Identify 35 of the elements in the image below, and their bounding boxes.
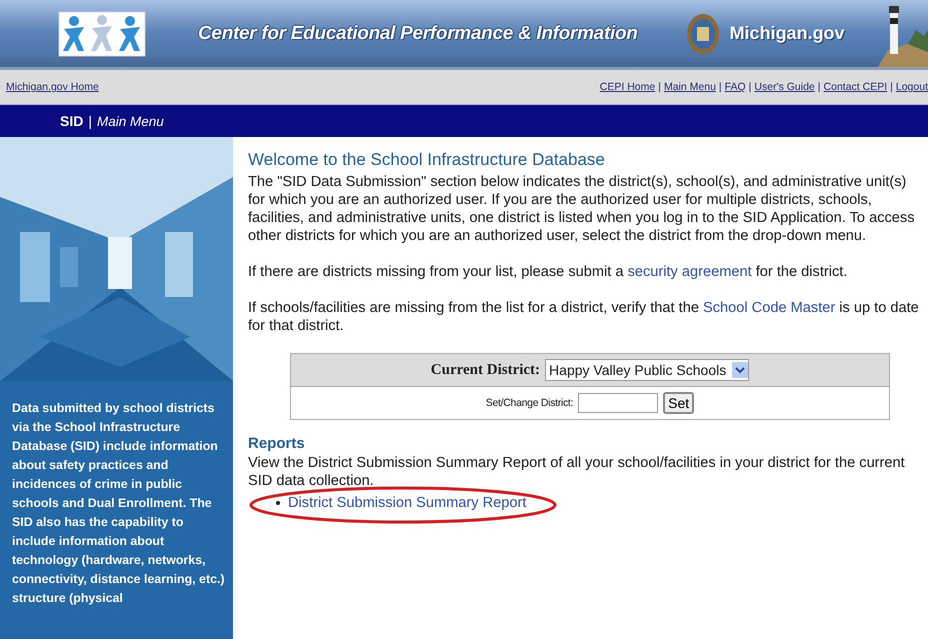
sidebar-description: Data submitted by school districts via the School Infrastructure Database (SID) include information about safety practices and incidences of crime in public schools and Dual Enrollment. The SID also has the capability to include information about technology (hardware, networks, connectivity, distance learning, etc.) structure (physical bbox=[11, 400, 226, 607]
nav-link[interactable]: CEPI Home bbox=[600, 81, 656, 93]
district-code-field[interactable] bbox=[578, 393, 658, 413]
link-separator: | bbox=[890, 81, 893, 93]
nav-link[interactable]: Main Menu bbox=[664, 81, 716, 93]
info-paragraph: If there are districts missing from your list, please submit a security agreement for the district. bbox=[248, 263, 848, 281]
link-separator: | bbox=[658, 81, 661, 93]
district-dropdown[interactable]: Happy Valley Public Schools bbox=[545, 359, 750, 381]
report-link[interactable]: District Submission Summary Report bbox=[288, 495, 526, 511]
current-district-label: Current District: bbox=[430, 361, 540, 379]
reports-description: View the District Submission Summary Report of all your school/facilities in your district for the current SID data collection. bbox=[248, 454, 906, 490]
change-district-label: Set/Change District: bbox=[486, 396, 574, 411]
nav-link[interactable]: Contact CEPI bbox=[824, 81, 888, 93]
link-separator: | bbox=[718, 81, 722, 93]
bullet-icon bbox=[276, 501, 280, 505]
nav-link[interactable]: User's Guide bbox=[754, 81, 815, 93]
info-paragraph: The "SID Data Submission" section below indicates the district(s), school(s), and administrative unit(s) for which you are an authorized user. If you are the authorized user for multiple districts, schools, facilities, and administrative units, one district is listed when you log in to the SID Application. To access other districts for which you are an authorized user, select the district from the drop-down menu. bbox=[248, 173, 916, 245]
children-logo-icon bbox=[58, 10, 146, 56]
set-button[interactable]: Set bbox=[663, 392, 694, 414]
title-separator: | bbox=[88, 113, 92, 129]
info-paragraph: If schools/facilities are missing from the list for a district, verify that the School Code Master is up to date for that district. bbox=[248, 299, 920, 335]
inline-link[interactable]: security agreement bbox=[628, 264, 752, 280]
nav-link[interactable]: Logout bbox=[896, 81, 928, 93]
home-link[interactable]: Michigan.gov Home bbox=[6, 81, 99, 93]
link-separator: | bbox=[818, 81, 821, 93]
brand-name: Michigan.gov bbox=[730, 23, 845, 44]
link-separator: | bbox=[748, 81, 752, 93]
reports-heading: Reports bbox=[248, 434, 306, 454]
banner-title: Center for Educational Performance & Information bbox=[198, 22, 638, 44]
state-seal-icon bbox=[686, 12, 720, 54]
inline-link[interactable]: School Code Master bbox=[703, 300, 836, 316]
page-heading: Welcome to the School Infrastructure Database bbox=[248, 149, 606, 171]
page-title: Main Menu bbox=[96, 114, 164, 128]
app-name: SID bbox=[60, 113, 84, 129]
nav-link[interactable]: FAQ bbox=[724, 81, 746, 93]
